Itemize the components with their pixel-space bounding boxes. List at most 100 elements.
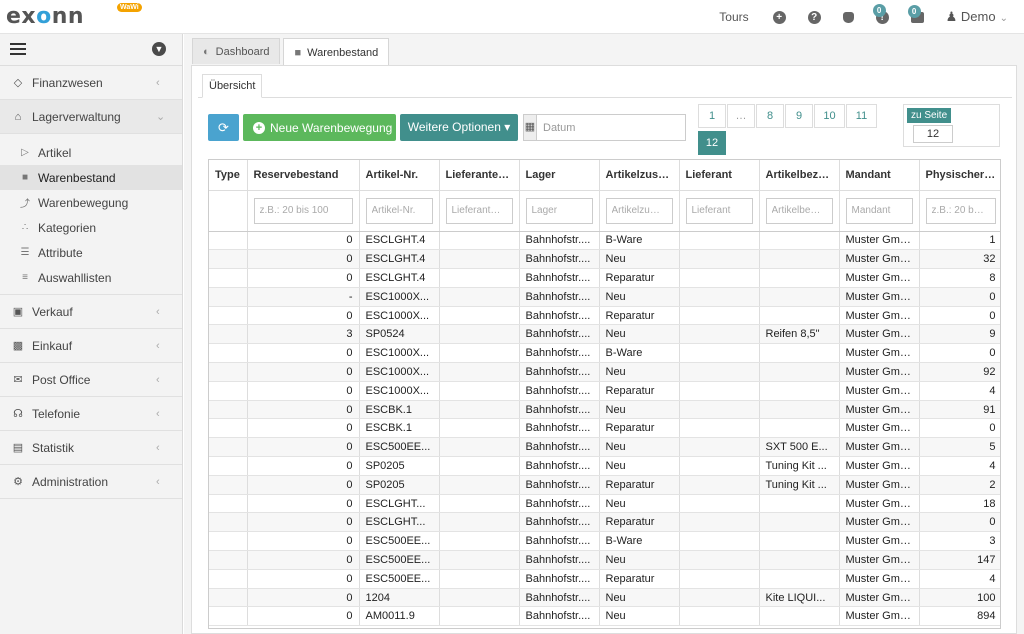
table-row[interactable]: - ESC1000X... Bahnhofstr.... Neu Muster GmbH… [209,287,1000,307]
column-header[interactable]: Lager [519,160,600,191]
column-header[interactable]: Physischer… [919,160,1000,191]
table-row[interactable]: 0 ESCBK.1 Bahnhofstr.... Reparatur Muster Gm… [209,418,1000,439]
sidebar-subitem-auswahllisten[interactable]: ≡ Auswahllisten [0,265,182,290]
page-9[interactable]: 9 [785,104,813,128]
sidebar-item-finanzwesen[interactable]: ◇ Finanzwesen ‹ [0,66,182,100]
sidebar-item-label: Einkauf [32,338,73,353]
table-cell: SP0205 [359,456,440,476]
column-filter-input[interactable] [525,197,593,224]
table-row[interactable]: 0 ESC1000X... Bahnhofstr.... B-Ware Muster G… [209,343,1000,364]
tours-link[interactable]: Tours [719,10,748,24]
column-header[interactable]: Reservebestand [247,160,360,191]
table-row[interactable]: 0 ESCLGHT... Bahnhofstr.... Reparatur Muster… [209,512,1000,533]
messages-icon[interactable]: 0 [907,4,924,23]
refresh-button[interactable]: ⟳ [208,114,239,141]
sidebar-subitem-attribute[interactable]: ☰ Attribute [0,240,182,265]
sidebar-item-telefonie[interactable]: ☊ Telefonie ‹ [0,397,182,431]
sidebar-item-administration[interactable]: ⚙ Administration ‹ [0,465,182,499]
table-cell: ESCLGHT... [359,494,440,514]
table-row[interactable]: 0 ESC1000X... Bahnhofstr.... Reparatur Muste… [209,306,1000,326]
column-header[interactable]: Mandant [839,160,920,191]
column-filter-input[interactable] [253,197,353,224]
date-input[interactable] [537,115,685,140]
table-row[interactable]: 0 SP0205 Bahnhofstr.... Reparatur Tuning Kit… [209,475,1000,495]
bell-icon[interactable] [842,11,854,23]
help-icon[interactable]: ? [807,10,821,24]
new-movement-button[interactable]: + Neue Warenbewegung [243,114,396,141]
column-header[interactable]: Lieferante… [439,160,520,191]
table-row[interactable]: 0 ESC1000X... Bahnhofstr.... Reparatur Muste… [209,381,1000,401]
column-filter-input[interactable] [445,197,513,224]
table-row[interactable]: 0 ESCLGHT.4 Bahnhofstr.... Neu Muster GmbH 32 [209,249,1000,270]
sidebar-item-einkauf[interactable]: ▩ Einkauf ‹ [0,329,182,363]
table-cell [439,324,520,345]
table-cell: ESC500EE... [359,550,440,570]
table-cell: 0 [919,343,1000,364]
column-filter-input[interactable] [605,197,673,224]
page-12[interactable]: 12 [698,131,726,155]
table-row[interactable]: 0 ESCLGHT.4 Bahnhofstr.... Reparatur Muster … [209,268,1000,288]
more-options-button[interactable]: Weitere Optionen ▾ [400,114,518,141]
sidebar-subitem-kategorien[interactable]: ∴ Kategorien [0,215,182,240]
logo[interactable]: exonn [6,4,84,29]
column-filter-input[interactable] [845,197,913,224]
arrow-down-circle-icon[interactable]: ▼ [152,42,166,56]
chevron-left-icon: ‹ [156,407,160,420]
page-11[interactable]: 11 [846,104,877,128]
column-header[interactable]: Lieferant [679,160,760,191]
calendar-icon[interactable]: ▦ [524,115,537,140]
sidebar-item-verkauf[interactable]: ▣ Verkauf ‹ [0,295,182,329]
table-row[interactable]: 0 ESCLGHT... Bahnhofstr.... Neu Muster GmbH 1… [209,494,1000,514]
table-row[interactable]: 0 ESCBK.1 Bahnhofstr.... Neu Muster GmbH 91 [209,400,1000,420]
column-filter-input[interactable] [925,197,996,224]
table-row[interactable]: 0 1204 Bahnhofstr.... Neu Kite LIQUI... Muste… [209,588,1000,608]
column-header[interactable]: Artikelbez… [759,160,840,191]
table-cell [209,550,248,570]
table-row[interactable]: 0 ESC500EE... Bahnhofstr.... Neu Muster GmbH… [209,550,1000,570]
goto-page-input[interactable] [913,125,953,143]
user-menu[interactable]: ♟ Demo ⌄ [946,9,1008,25]
table-row[interactable]: 0 ESC500EE... Bahnhofstr.... B-Ware Muster G… [209,531,1000,552]
tab-warenbestand[interactable]: ■ Warenbestand [283,38,390,66]
table-row[interactable]: 0 ESC500EE... Bahnhofstr.... Reparatur Muste… [209,569,1000,589]
table-row[interactable]: 0 SP0205 Bahnhofstr.... Neu Tuning Kit ... Mu… [209,456,1000,476]
sidebar-item-statistik[interactable]: ▤ Statistik ‹ [0,431,182,465]
sidebar-item-label: Administration [32,474,109,489]
page-1[interactable]: 1 [698,104,726,128]
table-cell: 91 [919,400,1000,420]
table-cell [439,475,520,495]
table-cell: Muster GmbH [839,531,920,552]
table-cell: Neu [599,456,680,476]
table-cell: ESCLGHT.4 [359,268,440,288]
sidebar-item-post-office[interactable]: ✉ Post Office ‹ [0,363,182,397]
table-cell: Neu [599,437,680,458]
column-filter-input[interactable] [765,197,833,224]
table-row[interactable]: 0 ESC500EE... Bahnhofstr.... Neu SXT 500 E..… [209,437,1000,458]
column-filter-input[interactable] [365,197,433,224]
hamburger-icon[interactable] [10,43,26,55]
page-8[interactable]: 8 [756,104,784,128]
sidebar-subitem-artikel[interactable]: ▷ Artikel [0,140,182,165]
table-row[interactable]: 0 AM0011.9 Bahnhofstr.... Neu Muster GmbH 894 [209,606,1000,627]
subtab-uebersicht[interactable]: Übersicht [202,74,263,98]
notifications-icon[interactable]: ! 0 [872,3,889,24]
sidebar-item-label: Finanzwesen [32,75,103,90]
column-header[interactable]: Artikel-Nr. [359,160,440,191]
table-row[interactable]: 0 ESC1000X... Bahnhofstr.... Neu Muster GmbH… [209,362,1000,382]
chevron-left-icon: ‹ [156,475,160,488]
tab-dashboard[interactable]: ◐ Dashboard [192,38,281,64]
column-filter-input[interactable] [685,197,753,224]
table-cell [759,268,840,288]
page-10[interactable]: 10 [814,104,845,128]
column-header[interactable]: Artikelzust… [599,160,680,191]
sidebar-item-lagerverwaltung[interactable]: ⌂ Lagerverwaltung ⌄ [0,100,182,134]
column-header[interactable]: Type [209,160,248,191]
table-cell: 0 [247,306,360,326]
sidebar-subitem-warenbestand[interactable]: ■ Warenbestand [0,165,182,190]
table-cell: 0 [919,512,1000,533]
table-row[interactable]: 0 ESCLGHT.4 Bahnhofstr.... B-Ware Muster Gmb… [209,231,1000,251]
table-row[interactable]: 3 SP0524 Bahnhofstr.... Neu Reifen 8,5" Muste… [209,324,1000,345]
plus-circle-icon[interactable]: + [772,10,786,24]
sidebar-subitem-warenbewegung[interactable]: ⤴ Warenbewegung [0,190,182,215]
table-cell [679,287,760,307]
